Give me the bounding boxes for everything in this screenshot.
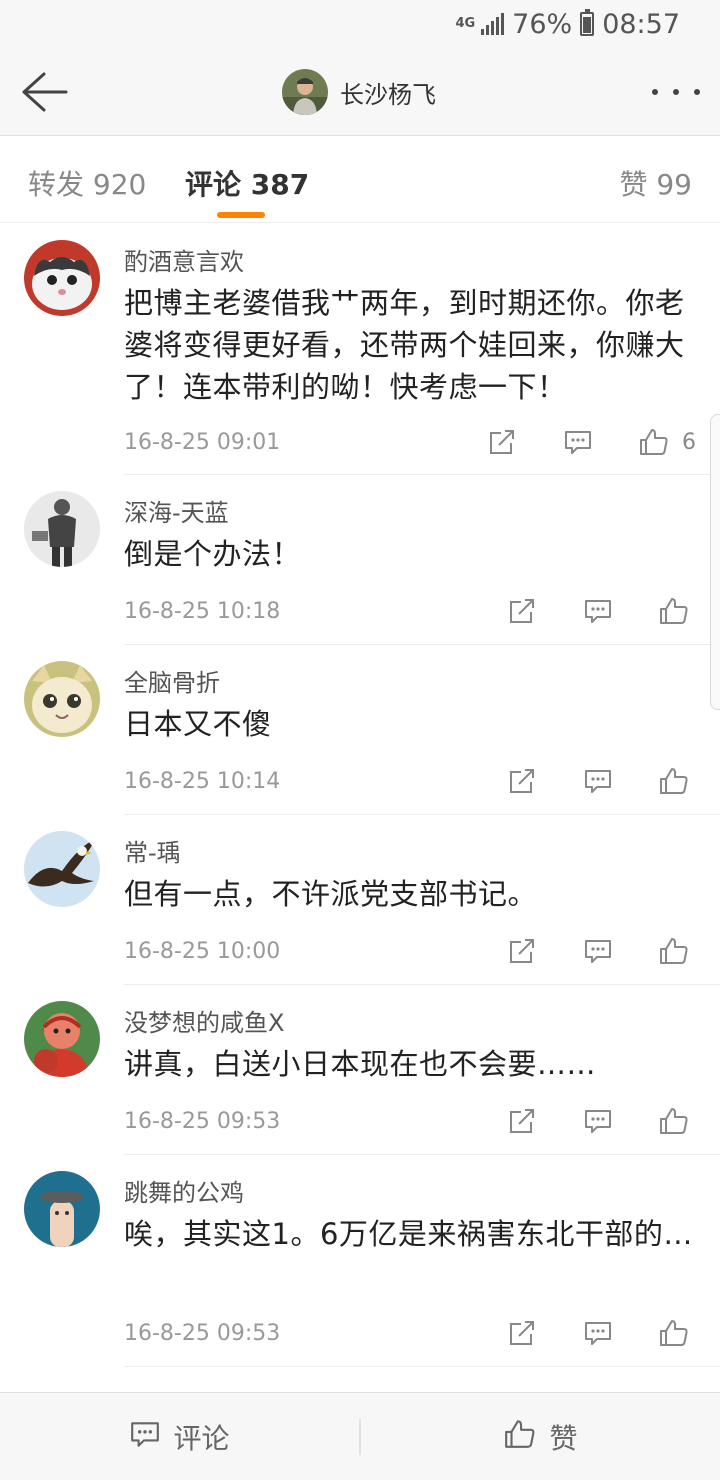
author-name: 长沙杨飞	[340, 80, 436, 109]
commenter-name[interactable]: 常-瑀	[124, 833, 181, 868]
commenter-avatar[interactable]	[24, 491, 100, 567]
comment-item: 没梦想的咸鱼X 讲真，白送小日本现在也不会要…… 16-8-25 09:53	[0, 985, 720, 1155]
like-icon[interactable]	[654, 1313, 694, 1353]
comment-time: 16-8-25 10:00	[124, 939, 281, 964]
commenter-name[interactable]: 没梦想的咸鱼X	[124, 1003, 284, 1038]
share-icon[interactable]	[482, 422, 522, 462]
reply-icon[interactable]	[578, 761, 618, 801]
battery-percent: 76%	[512, 8, 573, 40]
scrollbar[interactable]	[710, 414, 720, 710]
comment-item: 深海-天蓝 倒是个办法！ 16-8-25 10:18	[0, 475, 720, 645]
tab-bar: 转发 920 评论 387 赞 99	[0, 137, 720, 223]
signal-icon	[481, 13, 505, 35]
share-icon[interactable]	[502, 761, 542, 801]
status-bar: 4G 76% 08:57	[0, 0, 720, 48]
reply-icon[interactable]	[578, 1101, 618, 1141]
bottom-action-bar: 评论 赞	[0, 1392, 720, 1480]
share-icon[interactable]	[502, 931, 542, 971]
comment-button-label: 评论	[173, 1422, 230, 1455]
like-icon	[503, 1417, 537, 1458]
comment-text: 把博主老婆借我艹两年，到时期还你。你老婆将变得更好看，还带两个娃回来，你赚大了！…	[124, 286, 685, 404]
like-icon[interactable]	[654, 761, 694, 801]
comment-item: 全脑骨折 日本又不傻 16-8-25 10:14	[0, 645, 720, 815]
like-icon[interactable]	[654, 931, 694, 971]
author-header[interactable]: 长沙杨飞	[282, 68, 436, 116]
tab-reposts[interactable]: 转发 920	[28, 163, 146, 203]
reply-icon[interactable]	[578, 1313, 618, 1353]
commenter-avatar[interactable]	[24, 1171, 100, 1247]
author-avatar[interactable]	[282, 69, 328, 115]
reply-icon[interactable]	[558, 422, 598, 462]
more-dots-icon[interactable]	[652, 80, 700, 104]
commenter-avatar[interactable]	[24, 240, 100, 316]
like-button[interactable]: 赞	[361, 1393, 720, 1480]
reply-icon[interactable]	[578, 931, 618, 971]
comment-text: 日本又不傻	[124, 707, 272, 741]
like-icon[interactable]	[634, 422, 674, 462]
comment-time: 16-8-25 10:14	[124, 769, 281, 794]
back-arrow-icon[interactable]	[16, 68, 72, 116]
tab-comments[interactable]: 评论 387	[185, 163, 309, 203]
like-button-label: 赞	[549, 1422, 578, 1455]
commenter-avatar[interactable]	[24, 831, 100, 907]
share-icon[interactable]	[502, 591, 542, 631]
comment-item: 跳舞的公鸡 唉，其实这1。6万亿是来祸害东北干部的… 16-8-25 09:53	[0, 1155, 720, 1367]
comment-time: 16-8-25 09:53	[124, 1109, 281, 1134]
comment-time: 16-8-25 10:18	[124, 599, 281, 624]
comment-time: 16-8-25 09:53	[124, 1321, 281, 1346]
battery-icon	[580, 9, 595, 36]
clock: 08:57	[602, 8, 680, 40]
like-icon[interactable]	[654, 591, 694, 631]
network-type: 4G	[455, 16, 476, 31]
commenter-avatar[interactable]	[24, 1001, 100, 1077]
share-icon[interactable]	[502, 1313, 542, 1353]
reply-icon[interactable]	[578, 591, 618, 631]
comment-item: 常-瑀 但有一点，不许派党支部书记。 16-8-25 10:00	[0, 815, 720, 985]
comment-text: 讲真，白送小日本现在也不会要……	[124, 1047, 597, 1081]
like-count: 6	[682, 430, 696, 455]
commenter-name[interactable]: 跳舞的公鸡	[124, 1173, 244, 1208]
comment-text: 唉，其实这1。6万亿是来祸害东北干部的…	[124, 1217, 693, 1251]
comment-item: 酌酒意言欢 把博主老婆借我艹两年，到时期还你。你老婆将变得更好看，还带两个娃回来…	[0, 224, 720, 475]
commenter-name[interactable]: 深海-天蓝	[124, 493, 229, 528]
comment-time: 16-8-25 09:01	[124, 430, 281, 455]
like-icon[interactable]	[654, 1101, 694, 1141]
comment-icon	[129, 1418, 161, 1457]
commenter-name[interactable]: 全脑骨折	[124, 663, 220, 698]
tab-likes[interactable]: 赞 99	[619, 163, 692, 203]
share-icon[interactable]	[502, 1101, 542, 1141]
divider	[124, 1366, 720, 1367]
comment-text: 倒是个办法！	[124, 537, 302, 571]
active-tab-indicator	[217, 212, 265, 218]
commenter-avatar[interactable]	[24, 661, 100, 737]
comment-text: 但有一点，不许派党支部书记。	[124, 877, 538, 911]
comment-button[interactable]: 评论	[0, 1393, 359, 1480]
top-nav-bar: 长沙杨飞	[0, 48, 720, 136]
commenter-name[interactable]: 酌酒意言欢	[124, 242, 244, 277]
